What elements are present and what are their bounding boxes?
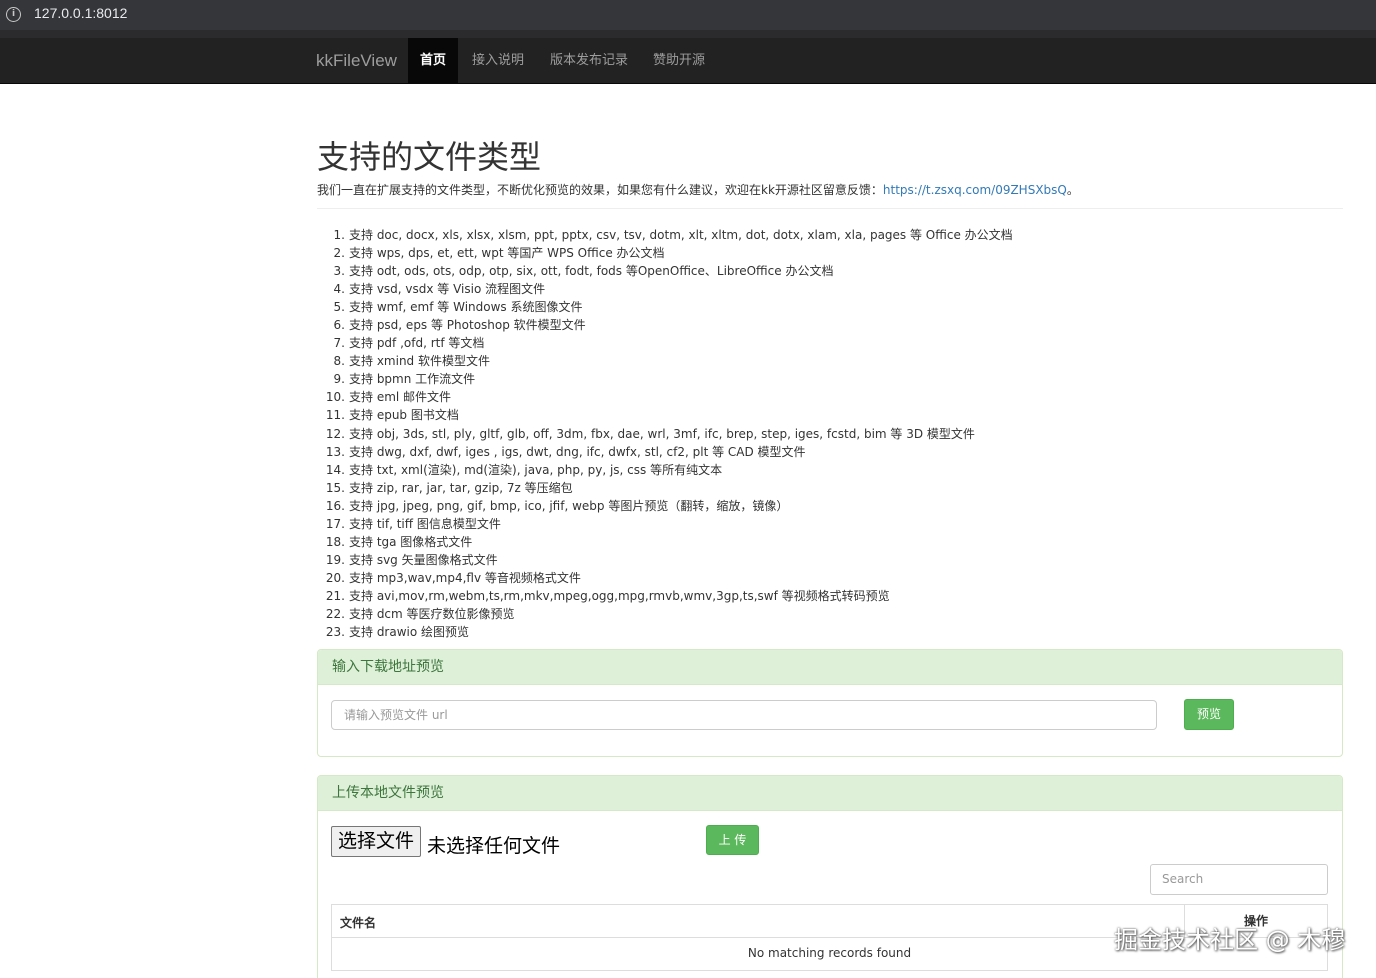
address-url[interactable]: 127.0.0.1:8012 [34,5,127,21]
format-item: 2. 支持 wps, dps, et, ett, wpt 等国产 WPS Offi… [317,244,1317,262]
intro-end: 。 [1066,183,1079,197]
brand-link[interactable]: kkFileView [316,51,397,71]
format-item-number: 22. [325,606,345,621]
format-item-text: 支持 psd, eps 等 Photoshop 软件模型文件 [349,318,586,333]
header-divider [317,208,1343,209]
format-item-text: 支持 avi,mov,rm,webm,ts,rm,mkv,mpeg,ogg,mp… [349,588,890,603]
format-item-number: 7. [333,336,345,351]
format-item-text: 支持 wmf, emf 等 Windows 系统图像文件 [349,300,583,315]
browser-divider [0,30,1376,38]
format-item: 19. 支持 svg 矢量图像格式文件 [317,551,1317,569]
preview-button[interactable]: 预览 [1184,699,1234,730]
intro-description: 我们一直在扩展支持的文件类型，不断优化预览的效果，如果您有什么建议，欢迎在kk开… [317,183,883,197]
nav-integration-guide[interactable]: 接入说明 [460,38,536,83]
format-item-text: 支持 odt, ods, ots, odp, otp, six, ott, fo… [349,264,834,279]
format-item: 8. 支持 xmind 软件模型文件 [317,352,1317,370]
format-item: 21. 支持 avi,mov,rm,webm,ts,rm,mkv,mpeg,ogg… [317,587,1317,605]
format-item-text: 支持 jpg, jpeg, png, gif, bmp, ico, jfif, … [349,498,789,513]
format-item-text: 支持 wps, dps, et, ett, wpt 等国产 WPS Office… [349,246,665,261]
format-item: 13. 支持 dwg, dxf, dwf, iges , igs, dwt, dn… [317,443,1317,461]
format-item-text: 支持 txt, xml(渲染), md(渲染), java, php, py, … [349,462,723,477]
format-item-number: 8. [333,354,345,369]
format-item-number: 2. [333,246,345,261]
format-item: 23. 支持 drawio 绘图预览 [317,623,1317,641]
format-item-text: 支持 epub 图书文档 [349,408,459,423]
format-item-number: 3. [333,264,345,279]
nav-home[interactable]: 首页 [408,38,459,83]
format-item: 20. 支持 mp3,wav,mp4,flv 等音视频格式文件 [317,569,1317,587]
format-item-text: 支持 pdf ,ofd, rtf 等文档 [349,336,485,351]
preview-url-input[interactable]: 请输入预览文件 url [331,700,1157,730]
format-item-number: 20. [325,570,345,585]
format-item: 11. 支持 epub 图书文档 [317,406,1317,424]
upload-button[interactable]: 上 传 [706,825,759,855]
watermark: 掘金技术社区 @ 木穆 [1114,926,1346,954]
column-filename[interactable]: 文件名 [340,914,376,931]
format-item-number: 13. [325,444,345,459]
nav-release-notes[interactable]: 版本发布记录 [538,38,640,83]
format-item-number: 23. [325,625,345,640]
format-item: 7. 支持 pdf ,ofd, rtf 等文档 [317,334,1317,352]
format-item-number: 19. [325,552,345,567]
format-item-text: 支持 drawio 绘图预览 [349,625,470,640]
format-item: 3. 支持 odt, ods, ots, odp, otp, six, ott, … [317,262,1317,280]
format-item-text: 支持 dwg, dxf, dwf, iges , igs, dwt, dng, … [349,444,806,459]
format-item-text: 支持 svg 矢量图像格式文件 [349,552,498,567]
format-item: 5. 支持 wmf, emf 等 Windows 系统图像文件 [317,298,1317,316]
format-item-number: 11. [325,408,345,423]
format-item-text: 支持 xmind 软件模型文件 [349,354,490,369]
choose-file-button[interactable]: 选择文件 [331,826,422,857]
url-preview-panel: 输入下载地址预览 请输入预览文件 url 预览 [317,649,1343,757]
format-item-number: 21. [325,588,345,603]
format-item-number: 4. [333,282,345,297]
supported-formats-list: 1. 支持 doc, docx, xls, xlsx, xlsm, ppt, pp… [317,226,1317,641]
format-item-number: 6. [333,318,345,333]
page-title: 支持的文件类型 [317,138,542,176]
format-item-number: 18. [325,534,345,549]
format-item-text: 支持 tga 图像格式文件 [349,534,473,549]
format-item: 18. 支持 tga 图像格式文件 [317,533,1317,551]
format-item: 17. 支持 tif, tiff 图信息模型文件 [317,515,1317,533]
format-item: 6. 支持 psd, eps 等 Photoshop 软件模型文件 [317,316,1317,334]
format-item-number: 15. [325,480,345,495]
format-item: 9. 支持 bpmn 工作流文件 [317,370,1317,388]
format-item: 4. 支持 vsd, vsdx 等 Visio 流程图文件 [317,280,1317,298]
format-item-number: 5. [333,300,345,315]
format-item-number: 16. [325,498,345,513]
format-item-text: 支持 tif, tiff 图信息模型文件 [349,516,501,531]
format-item: 14. 支持 txt, xml(渲染), md(渲染), java, php, p… [317,461,1317,479]
format-item-number: 9. [333,372,345,387]
format-item-number: 12. [325,426,345,441]
format-item-text: 支持 zip, rar, jar, tar, gzip, 7z 等压缩包 [349,480,573,495]
intro-text: 我们一直在扩展支持的文件类型，不断优化预览的效果，如果您有什么建议，欢迎在kk开… [317,181,1079,198]
format-item: 15. 支持 zip, rar, jar, tar, gzip, 7z 等压缩包 [317,479,1317,497]
format-item: 16. 支持 jpg, jpeg, png, gif, bmp, ico, jfi… [317,497,1317,515]
format-item-text: 支持 bpmn 工作流文件 [349,372,476,387]
format-item-text: 支持 mp3,wav,mp4,flv 等音视频格式文件 [349,570,581,585]
table-search-input[interactable]: Search [1150,864,1328,895]
format-item-text: 支持 eml 邮件文件 [349,390,452,405]
top-navbar: kkFileView 首页 接入说明 版本发布记录 赞助开源 [0,38,1376,84]
community-link[interactable]: https://t.zsxq.com/09ZHSXbsQ [883,183,1067,197]
upload-panel-title: 上传本地文件预览 [318,776,1342,811]
no-file-chosen-text: 未选择任何文件 [427,835,561,857]
site-info-icon[interactable]: i [6,7,21,22]
format-item-number: 1. [333,228,345,242]
format-item-text: 支持 dcm 等医疗数位影像预览 [349,606,515,621]
format-item: 1. 支持 doc, docx, xls, xlsx, xlsm, ppt, pp… [317,226,1317,244]
format-item-text: 支持 doc, docx, xls, xlsx, xlsm, ppt, pptx… [349,228,1013,242]
format-item-number: 14. [325,462,345,477]
format-item: 12. 支持 obj, 3ds, stl, ply, gltf, glb, off… [317,425,1317,443]
format-item: 10. 支持 eml 邮件文件 [317,388,1317,406]
format-item: 22. 支持 dcm 等医疗数位影像预览 [317,605,1317,623]
format-item-text: 支持 vsd, vsdx 等 Visio 流程图文件 [349,282,546,297]
format-item-number: 17. [325,516,345,531]
format-item-text: 支持 obj, 3ds, stl, ply, gltf, glb, off, 3… [349,426,975,441]
format-item-number: 10. [325,390,345,405]
browser-address-bar: i 127.0.0.1:8012 [0,0,1376,30]
nav-sponsor[interactable]: 赞助开源 [641,38,717,83]
url-panel-title: 输入下载地址预览 [318,650,1342,685]
